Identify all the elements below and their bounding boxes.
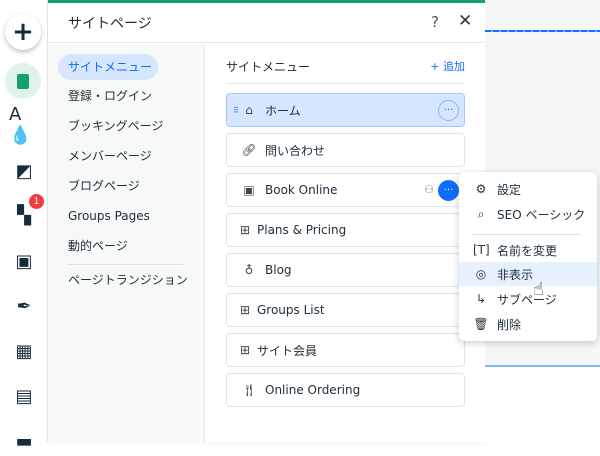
theme-icon[interactable]: A💧 (9, 104, 39, 146)
site-menu-section: サイトメニュー + 追加 ⠿ ⌂ ホーム ··· 🔗︎ 問い合わせ ▣ Book… (205, 44, 485, 442)
add-icon[interactable]: + (5, 14, 41, 50)
page-label: Online Ordering (265, 383, 361, 397)
site-pages-panel: サイトページ ? ✕ サイトメニュー 登録・ログイン ブッキングページ メンバー… (48, 0, 485, 442)
members-only-icon: ⚇ (424, 183, 434, 196)
eye-hidden-icon: ◎ (475, 267, 487, 281)
page-context-menu: ⚙ 設定 ⌕ SEO ベーシック [T] 名前を変更 ◎ 非表示 ↳ サブページ 🗑︎ 削除 (459, 172, 597, 341)
divider (473, 234, 581, 235)
app-icon: ⊞ (239, 223, 251, 237)
nav-groups-pages[interactable]: Groups Pages (58, 203, 160, 229)
nav-blog-pages[interactable]: ブログページ (58, 173, 150, 199)
calendar-icon: ▣ (243, 183, 255, 197)
gear-icon: ⚙ (475, 182, 487, 196)
menu-item-subpage[interactable]: ↳ サブページ (459, 287, 597, 311)
trash-icon: 🗑︎ (473, 317, 489, 331)
page-label: Book Online (265, 183, 338, 197)
divider (226, 83, 465, 84)
help-button[interactable]: ? (431, 13, 439, 31)
nav-booking-pages[interactable]: ブッキングページ (58, 113, 173, 139)
page-item-contact[interactable]: 🔗︎ 問い合わせ (226, 133, 465, 167)
page-label: Groups List (257, 303, 325, 317)
menu-item-hide[interactable]: ◎ 非表示 (459, 262, 597, 286)
menu-item-seo-basics[interactable]: ⌕ SEO ベーシック (459, 202, 597, 226)
media-icon[interactable]: ▣ (9, 246, 39, 276)
drag-handle-icon[interactable]: ⠿ (233, 106, 239, 115)
subpage-arrow-icon: ↳ (475, 292, 487, 306)
menu-label: 削除 (497, 317, 522, 332)
more-options-button[interactable]: ··· (438, 100, 459, 121)
panel-title: サイトページ (68, 16, 152, 32)
page-item-plans-pricing[interactable]: ⊞ Plans & Pricing (226, 213, 465, 247)
home-icon: ⌂ (245, 103, 253, 117)
page-item-book-online[interactable]: ▣ Book Online ⚇ ··· (226, 173, 465, 207)
nav-page-transitions[interactable]: ページトランジション (58, 267, 198, 293)
more-options-button[interactable]: ··· (438, 180, 459, 201)
nav-site-menu[interactable]: サイトメニュー (58, 54, 158, 80)
page-label: Blog (265, 263, 292, 277)
notification-badge: 1 (29, 194, 44, 209)
page-item-site-members[interactable]: ⊞ サイト会員 (226, 333, 465, 367)
app-icon: ⊞ (239, 303, 251, 317)
background-icon[interactable]: ◩ (9, 156, 39, 186)
menu-item-rename[interactable]: [T] 名前を変更 (459, 238, 597, 262)
table-icon[interactable]: ▤ (9, 381, 39, 411)
page-label: サイト会員 (257, 343, 318, 358)
menu-item-delete[interactable]: 🗑︎ 削除 (459, 312, 597, 336)
left-toolbar: + A💧 ◩ ▚ 1 ▣ ✒ ▦ ▤ ▬ (0, 0, 48, 452)
app-icon: ⊞ (239, 343, 251, 357)
page-label: Plans & Pricing (257, 223, 347, 237)
seo-search-icon: ⌕ (477, 206, 485, 221)
fork-knife-icon: 🍴︎ (241, 383, 257, 397)
business-icon[interactable]: ▬ (9, 426, 39, 456)
pen-icon: ♁ (244, 263, 254, 277)
hand-cursor-icon: ☝ (533, 279, 544, 300)
divider (68, 264, 183, 265)
page-label: 問い合わせ (265, 143, 326, 158)
section-guide-line (485, 30, 600, 32)
page-item-home[interactable]: ⠿ ⌂ ホーム ··· (226, 93, 465, 127)
nav-dynamic-pages[interactable]: 動的ページ (58, 233, 138, 259)
section-title: サイトメニュー (226, 60, 311, 74)
blog-icon[interactable]: ✒ (9, 291, 39, 321)
nav-signup-login[interactable]: 登録・ログイン (58, 83, 162, 109)
page-item-online-ordering[interactable]: 🍴︎ Online Ordering (226, 373, 465, 407)
rename-icon: [T] (473, 243, 490, 257)
page-item-blog[interactable]: ♁ Blog (226, 253, 465, 287)
nav-member-pages[interactable]: メンバーページ (58, 143, 162, 169)
menu-label: SEO ベーシック (497, 207, 586, 222)
panel-header: サイトページ ? ✕ (48, 3, 485, 43)
menu-item-settings[interactable]: ⚙ 設定 (459, 177, 597, 201)
menu-label: 名前を変更 (497, 243, 558, 258)
add-page-button[interactable]: + 追加 (430, 58, 465, 74)
panel-nav: サイトメニュー 登録・ログイン ブッキングページ メンバーページ ブログページ … (48, 44, 205, 442)
close-button[interactable]: ✕ (458, 11, 472, 31)
menu-label: 非表示 (497, 267, 534, 282)
menu-label: サブページ (497, 292, 557, 307)
page-label: ホーム (265, 103, 301, 118)
menu-label: 設定 (497, 182, 522, 197)
canvas-section (485, 365, 600, 442)
link-icon: 🔗︎ (241, 143, 257, 157)
bookings-icon[interactable]: ▦ (9, 336, 39, 366)
pages-icon[interactable] (5, 63, 41, 99)
page-item-groups-list[interactable]: ⊞ Groups List (226, 293, 465, 327)
